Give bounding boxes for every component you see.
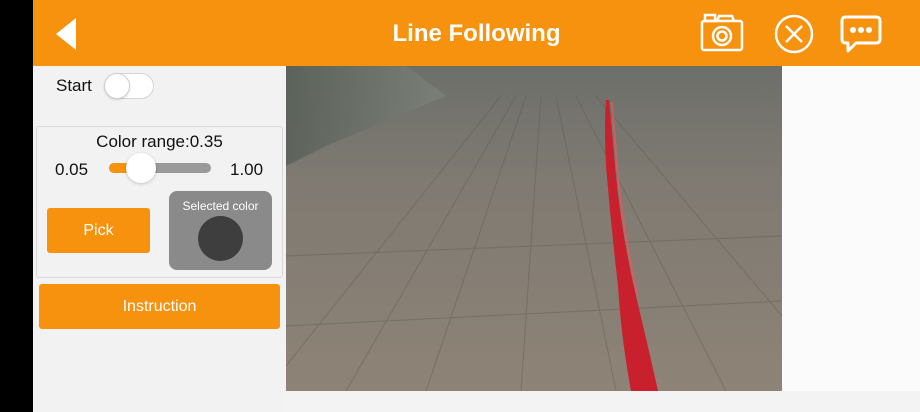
color-range-max: 1.00 (230, 160, 264, 179)
selected-color-swatch (198, 216, 243, 261)
camera-icon[interactable] (699, 12, 745, 56)
chat-bubble-icon[interactable] (839, 12, 883, 56)
back-arrow-icon[interactable] (47, 14, 87, 54)
toggle-knob (104, 73, 130, 99)
slider-thumb[interactable] (126, 153, 157, 183)
selected-color-label: Selected color (182, 199, 259, 213)
top-bar: Line Following (33, 0, 920, 66)
camera-feed (286, 66, 782, 391)
color-range-title: Color range:0.35 (96, 132, 223, 151)
start-toggle[interactable] (104, 73, 154, 99)
start-label: Start (56, 76, 92, 95)
color-range-slider[interactable] (109, 153, 211, 183)
app-screen: Line Following Start Color range:0.35 0.… (33, 0, 920, 412)
pick-button[interactable]: Pick (47, 208, 150, 253)
preview-area (782, 66, 920, 391)
close-circle-icon[interactable] (772, 12, 816, 56)
color-range-min: 0.05 (55, 160, 89, 179)
selected-color-box: Selected color (169, 191, 272, 270)
instruction-button[interactable]: Instruction (39, 284, 280, 329)
